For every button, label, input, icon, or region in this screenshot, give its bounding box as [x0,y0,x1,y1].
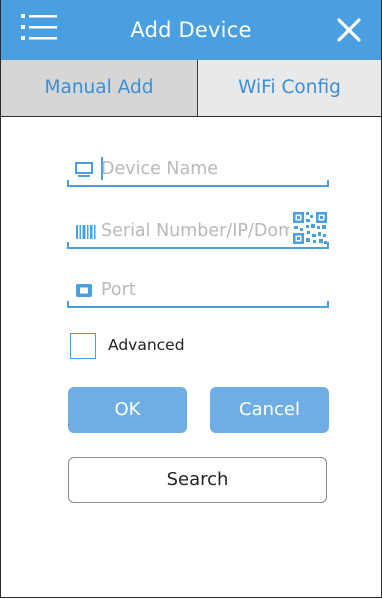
device-name-field[interactable] [67,155,329,187]
title-bar: Add Device [1,0,381,60]
serial-number-input[interactable] [101,217,289,245]
page-title: Add Device [130,18,252,42]
ok-button[interactable]: OK [68,387,187,433]
qr-code-icon[interactable] [291,210,329,246]
search-button[interactable]: Search [68,457,327,503]
serial-number-field[interactable] [67,210,329,249]
device-name-input[interactable] [101,155,291,183]
port-field[interactable] [67,276,329,308]
barcode-icon [76,225,96,239]
tab-wifi-config[interactable]: WiFi Config [198,60,381,116]
port-input[interactable] [101,276,291,304]
advanced-checkbox[interactable] [70,333,96,359]
tab-manual-add[interactable]: Manual Add [1,60,198,116]
add-device-screen: Add Device Manual Add WiFi Config Device… [0,0,382,598]
tab-bar: Manual Add WiFi Config [1,60,381,117]
monitor-icon [75,162,93,177]
close-icon[interactable] [331,12,367,48]
advanced-label: Advanced [108,336,185,354]
port-icon [76,284,92,297]
cancel-button[interactable]: Cancel [210,387,329,433]
